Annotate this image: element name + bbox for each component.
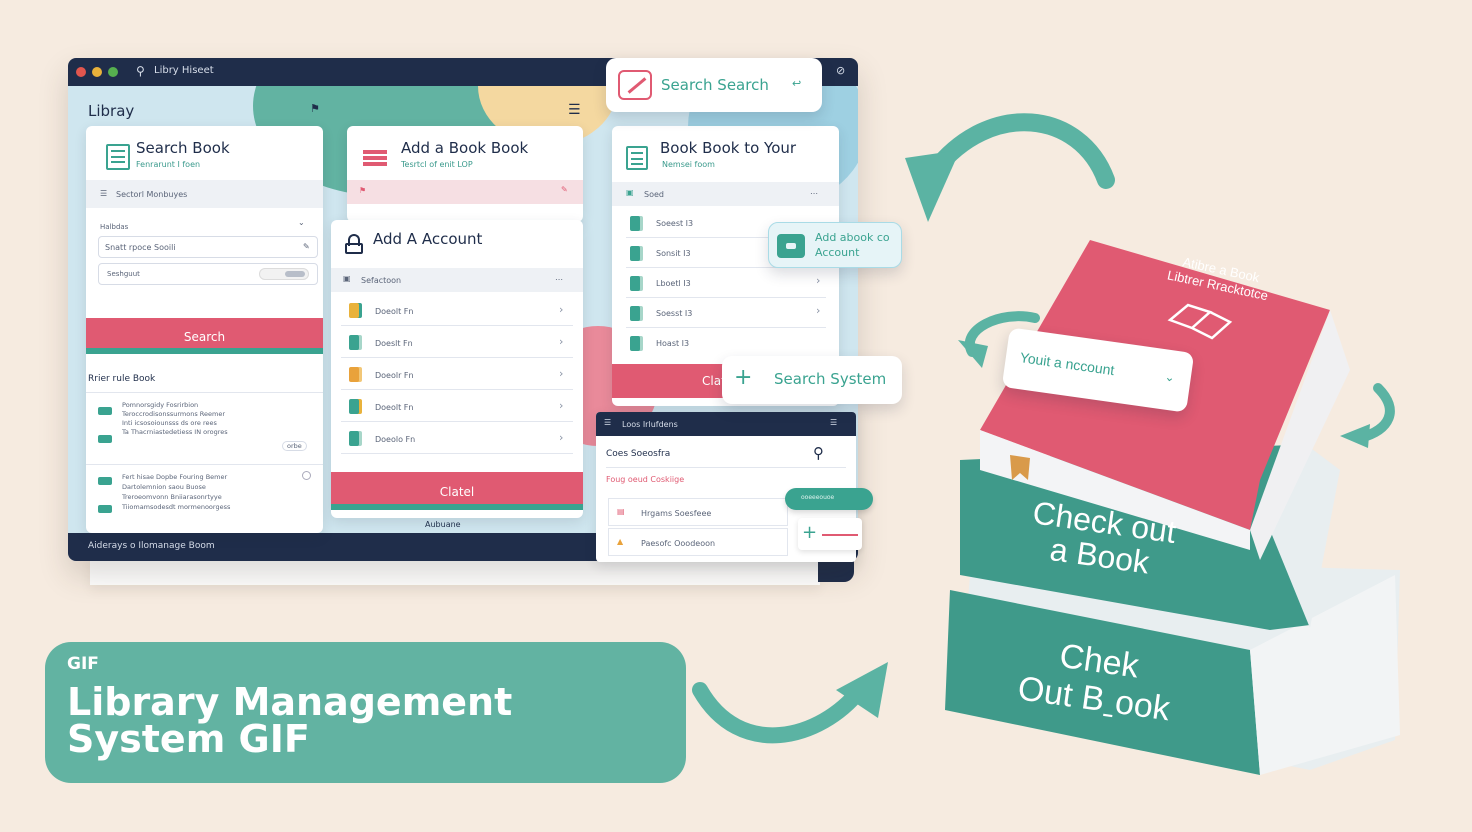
curved-arrow <box>926 113 1115 189</box>
arrow-head <box>905 150 960 222</box>
curved-arrow <box>692 682 868 744</box>
account-tag-label: Youit a nccount <box>1018 349 1116 379</box>
chevron-down-icon: ⌄ <box>1163 369 1176 385</box>
